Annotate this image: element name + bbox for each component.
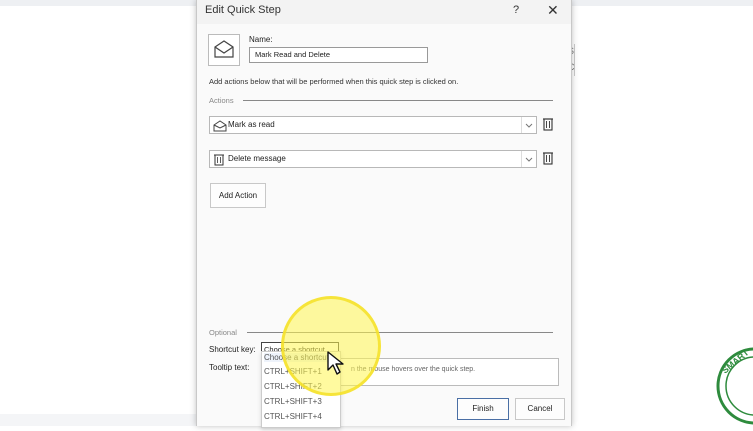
title-bar: Edit Quick Step ? ✕ <box>197 0 571 24</box>
action-label: Mark as read <box>228 120 275 129</box>
shortcut-key-label: Shortcut key: <box>209 345 256 354</box>
logo-badge-icon: SMART <box>715 346 753 431</box>
action-row-mark-as-read[interactable]: Mark as read <box>209 116 537 134</box>
dialog-title: Edit Quick Step <box>205 4 281 16</box>
actions-divider <box>243 100 553 101</box>
name-input[interactable]: Mark Read and Delete <box>249 47 428 63</box>
add-action-button[interactable]: Add Action <box>210 183 266 208</box>
cancel-button[interactable]: Cancel <box>515 398 565 420</box>
chevron-down-icon[interactable] <box>521 151 536 167</box>
tooltip-text-label: Tooltip text: <box>209 363 250 372</box>
envelope-icon[interactable] <box>208 34 240 66</box>
trash-icon[interactable] <box>541 150 555 166</box>
action-row-delete-message[interactable]: Delete message <box>209 150 537 168</box>
description-text: Add actions below that will be performed… <box>209 77 459 86</box>
finish-button[interactable]: Finish <box>457 398 509 420</box>
cursor-highlight <box>281 296 381 396</box>
chevron-down-icon[interactable] <box>521 117 536 133</box>
help-button[interactable]: ? <box>513 4 519 16</box>
name-label: Name: <box>249 35 273 44</box>
edit-quick-step-dialog: Edit Quick Step ? ✕ Name: Mark Read and … <box>196 0 572 428</box>
close-button[interactable]: ✕ <box>547 2 559 19</box>
actions-header: Actions <box>209 96 234 105</box>
mouse-cursor-icon <box>326 350 348 381</box>
optional-header: Optional <box>209 328 237 337</box>
trash-icon <box>213 153 225 171</box>
trash-icon[interactable] <box>541 116 555 132</box>
action-label: Delete message <box>228 154 286 163</box>
envelope-open-icon <box>213 119 227 137</box>
shortcut-option[interactable]: CTRL+SHIFT+3 <box>264 397 322 406</box>
shortcut-option[interactable]: CTRL+SHIFT+4 <box>264 412 322 421</box>
